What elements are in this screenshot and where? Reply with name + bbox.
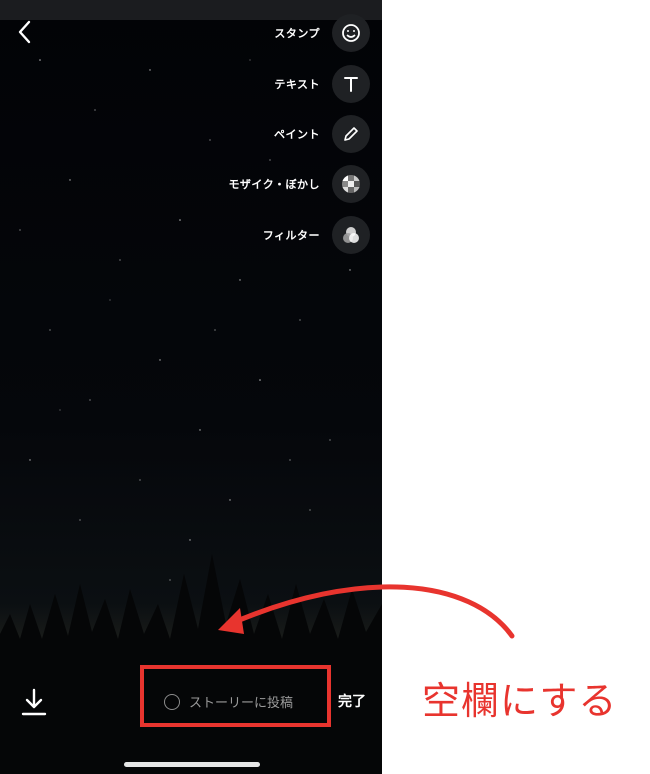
annotation-note: 空欄にする (422, 679, 618, 723)
tool-filter[interactable]: フィルター (263, 216, 370, 254)
tool-text[interactable]: テキスト (274, 65, 370, 103)
tool-paint-label: ペイント (274, 128, 320, 141)
back-chevron-icon[interactable] (12, 18, 38, 46)
tool-text-label: テキスト (274, 78, 320, 91)
tool-mosaic[interactable]: モザイク・ぼかし (228, 165, 370, 203)
annotation-highlight-box (140, 665, 331, 727)
photo-editor-screen: スタンプ テキスト ペイント モザイク・ぼかし フィルター ストーリーに投稿 完… (0, 0, 382, 774)
annotation-arrow-icon (218, 584, 515, 639)
tool-stamp-label: スタンプ (274, 27, 320, 40)
smiley-icon[interactable] (332, 14, 370, 52)
filter-icon[interactable] (332, 216, 370, 254)
done-button[interactable]: 完了 (338, 691, 366, 711)
tool-mosaic-label: モザイク・ぼかし (228, 178, 320, 191)
pencil-icon[interactable] (332, 115, 370, 153)
text-icon[interactable] (332, 65, 370, 103)
download-icon[interactable] (20, 686, 48, 718)
tool-paint[interactable]: ペイント (274, 115, 370, 153)
home-indicator (124, 762, 260, 767)
tool-filter-label: フィルター (262, 229, 320, 242)
mosaic-icon[interactable] (332, 165, 370, 203)
tool-stamp[interactable]: スタンプ (274, 14, 370, 52)
